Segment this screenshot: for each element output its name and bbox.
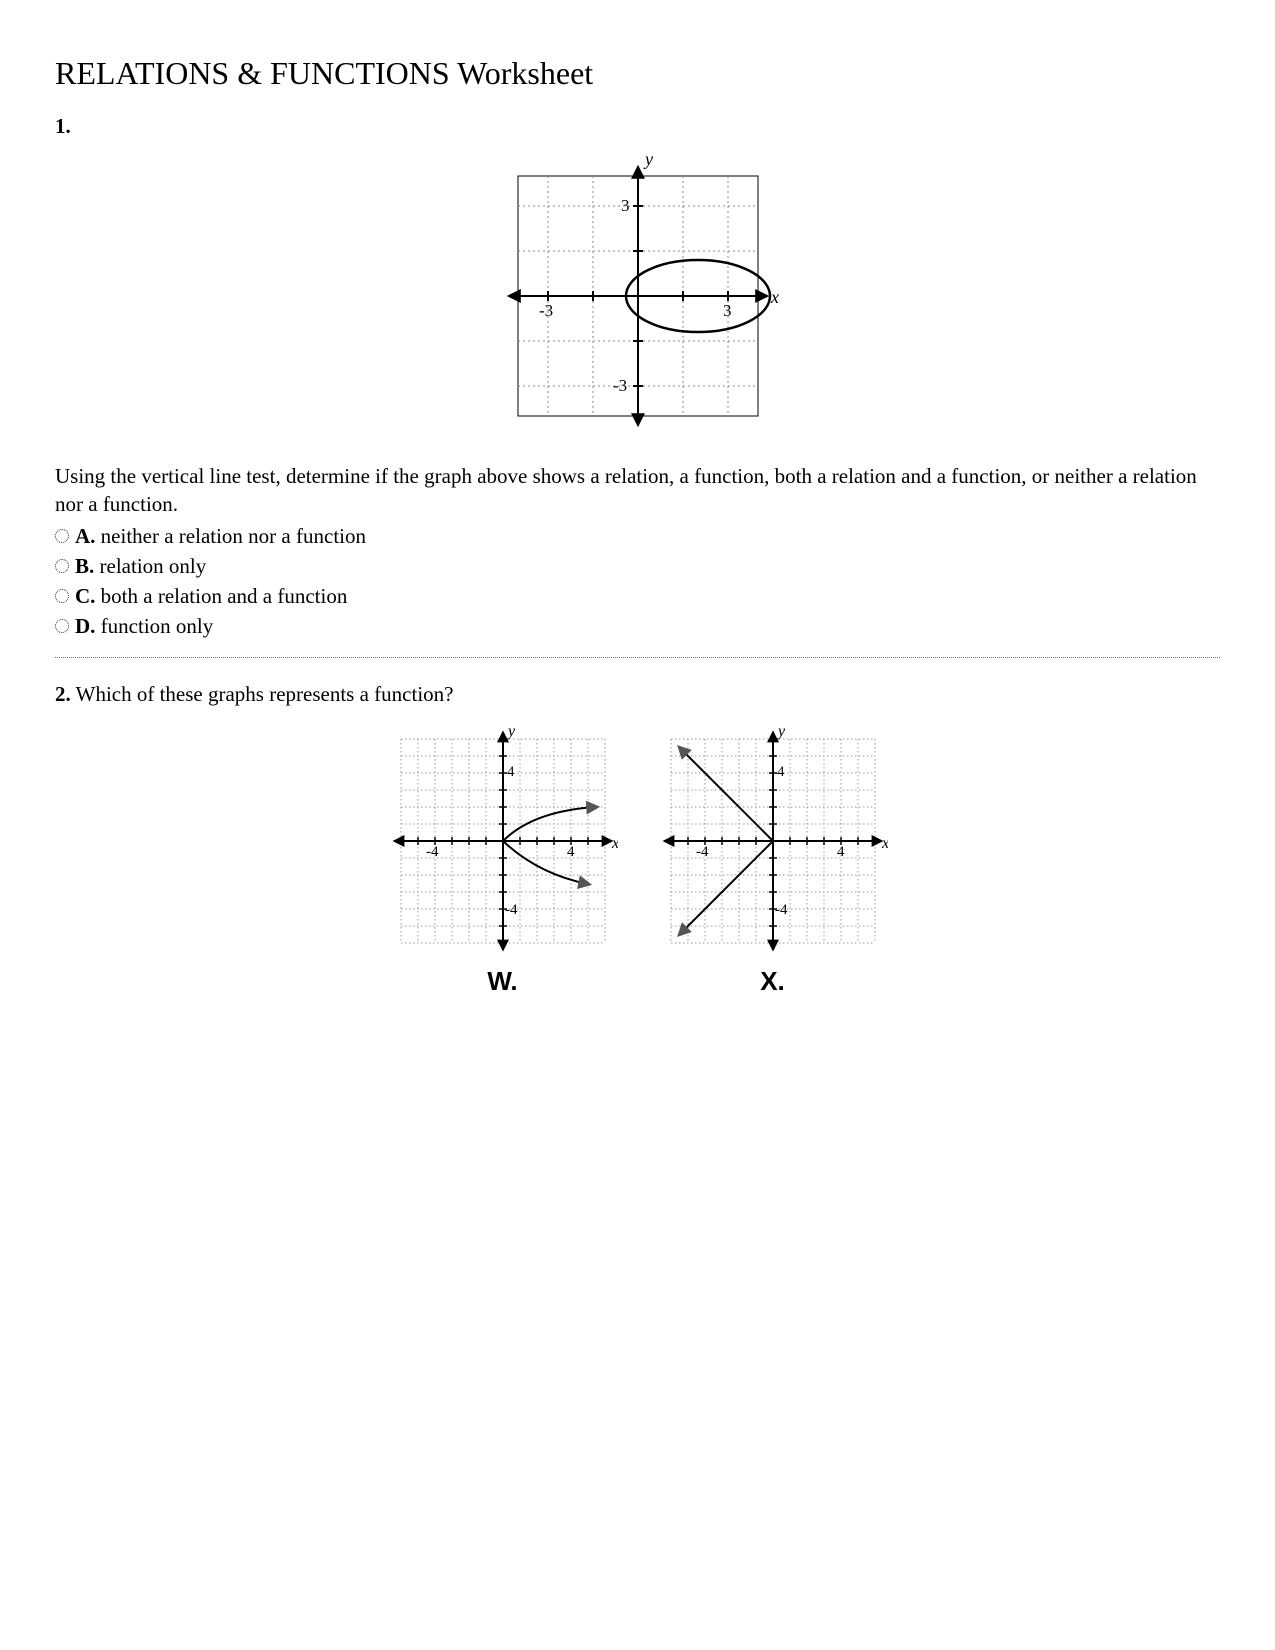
choice-text: both a relation and a function (101, 584, 348, 608)
y-axis-label: y (506, 726, 516, 740)
q1-choice-a[interactable]: A. neither a relation nor a function (55, 524, 1220, 549)
x-axis-label: x (770, 287, 779, 307)
q2-line: 2. Which of these graphs represents a fu… (55, 680, 1220, 708)
graph-w-label: W. (388, 966, 618, 997)
choice-text: neither a relation nor a function (101, 524, 366, 548)
y-axis-label: y (776, 726, 786, 740)
choice-text: function only (101, 614, 214, 638)
radio-icon (55, 559, 69, 573)
tick-neg-y: -4 (775, 902, 788, 918)
q2-graph-x-block: y x -4 4 4 -4 X. (658, 726, 888, 997)
divider (55, 657, 1220, 658)
choice-text: relation only (100, 554, 207, 578)
tick-neg-y: -4 (505, 902, 518, 918)
q2-text: Which of these graphs represents a funct… (76, 682, 454, 706)
q2-graph-x: y x -4 4 4 -4 (658, 726, 888, 956)
q1-text: Using the vertical line test, determine … (55, 462, 1220, 519)
radio-icon (55, 529, 69, 543)
choice-label: B. (75, 554, 94, 578)
choice-label: A. (75, 524, 95, 548)
y-axis-label: y (643, 151, 653, 169)
q2-number: 2. (55, 682, 71, 706)
x-axis-label: x (611, 835, 618, 852)
radio-icon (55, 619, 69, 633)
choice-label: C. (75, 584, 95, 608)
choice-label: D. (75, 614, 95, 638)
tick-neg-x: -4 (696, 844, 709, 860)
tick-pos-x: 3 (723, 301, 732, 320)
q1-choice-d[interactable]: D. function only (55, 614, 1220, 639)
tick-pos-y: 3 (621, 196, 630, 215)
q1-graph: y x -3 3 3 -3 (493, 151, 783, 447)
q2-graph-w: y x -4 4 4 -4 (388, 726, 618, 956)
q1-choice-b[interactable]: B. relation only (55, 554, 1220, 579)
tick-pos-x: 4 (567, 844, 575, 860)
graph-x-label: X. (658, 966, 888, 997)
q1-choice-c[interactable]: C. both a relation and a function (55, 584, 1220, 609)
radio-icon (55, 589, 69, 603)
x-axis-label: x (881, 835, 888, 852)
tick-pos-x: 4 (837, 844, 845, 860)
q1-number: 1. (55, 114, 1220, 139)
tick-neg-x: -3 (539, 301, 553, 320)
tick-neg-x: -4 (426, 844, 439, 860)
tick-pos-y: 4 (777, 764, 785, 780)
page-title: RELATIONS & FUNCTIONS Worksheet (55, 55, 1220, 92)
tick-pos-y: 4 (507, 764, 515, 780)
tick-neg-y: -3 (613, 376, 627, 395)
q2-graph-w-block: y x -4 4 4 -4 W. (388, 726, 618, 997)
